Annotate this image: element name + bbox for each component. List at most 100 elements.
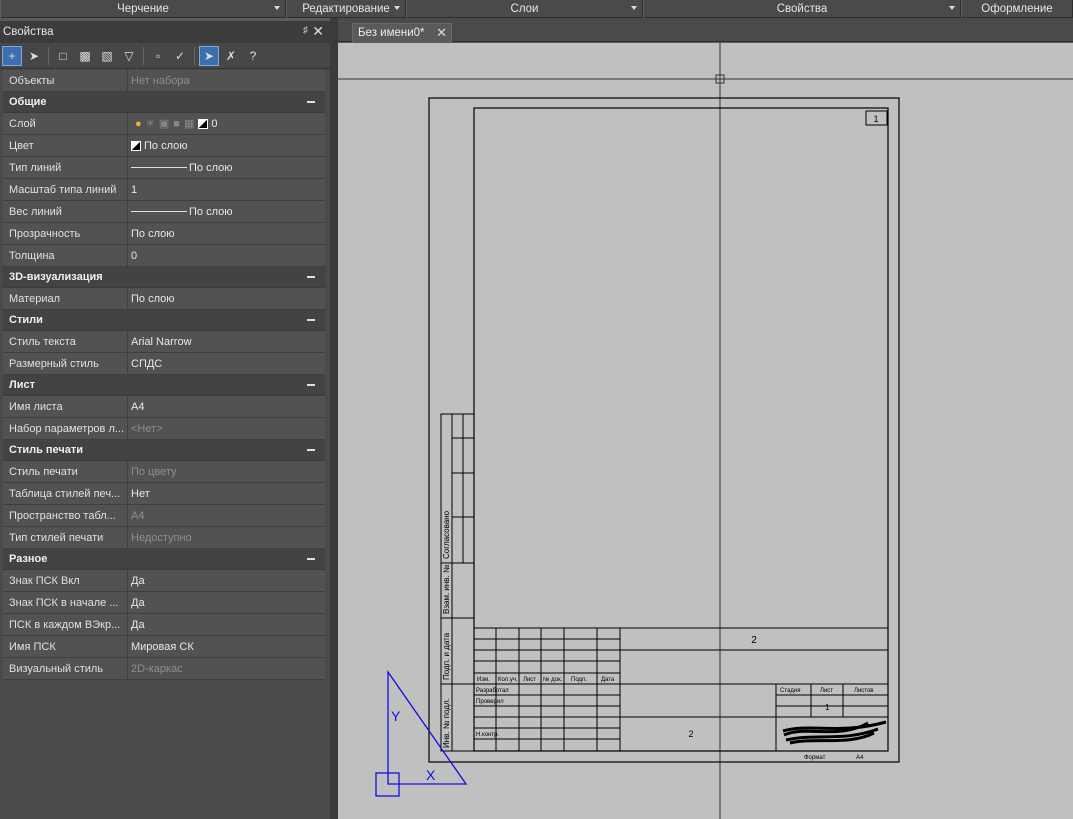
drawing-canvas[interactable]: 1 Согласовано Взам. инв. № Подп. и дата … xyxy=(338,43,1073,819)
col-list: Лист xyxy=(523,677,536,683)
prop-row[interactable]: Имя ПСК Мировая СК xyxy=(3,636,325,658)
prop-label: Цвет xyxy=(3,135,128,156)
prop-value[interactable]: По слою xyxy=(128,288,325,309)
prop-row-objects[interactable]: Объекты Нет набора xyxy=(3,70,325,92)
prop-value[interactable]: 0 xyxy=(128,245,325,266)
prop-value[interactable]: Нет xyxy=(128,483,325,504)
lock-icon[interactable]: ■ xyxy=(173,118,180,130)
close-icon[interactable]: ✕ xyxy=(312,23,324,40)
prop-value[interactable]: A4 xyxy=(128,505,325,526)
select-all-icon[interactable]: ▩ xyxy=(75,46,95,66)
prop-value[interactable]: По слою xyxy=(128,223,325,244)
col-podp: Подп. xyxy=(571,677,587,683)
prop-row[interactable]: Пространство табл... A4 xyxy=(3,505,325,527)
prop-row[interactable]: Визуальный стиль 2D-каркас xyxy=(3,658,325,680)
chevron-down-icon xyxy=(394,6,400,10)
prop-row[interactable]: Прозрачность По слою xyxy=(3,223,325,245)
prop-value[interactable]: A4 xyxy=(128,396,325,417)
deselect-icon[interactable]: ✗ xyxy=(221,46,241,66)
collapse-icon[interactable] xyxy=(307,319,315,321)
prop-row[interactable]: Стиль печати По цвету xyxy=(3,461,325,483)
menu-layers[interactable]: Слои xyxy=(406,0,643,18)
collapse-icon[interactable] xyxy=(307,558,315,560)
prop-value[interactable]: По слою xyxy=(128,157,325,178)
prop-row[interactable]: Знак ПСК в начале ... Да xyxy=(3,592,325,614)
group-header[interactable]: 3D-визуализация xyxy=(3,267,325,288)
select-similar-icon[interactable]: ▫ xyxy=(148,46,168,66)
prop-row[interactable]: Тип стилей печати Недоступно xyxy=(3,527,325,549)
group-header[interactable]: Общие xyxy=(3,92,325,113)
prop-value[interactable]: Да xyxy=(128,570,325,591)
prop-value[interactable]: Arial Narrow xyxy=(128,331,325,352)
menu-properties[interactable]: Свойства xyxy=(643,0,961,18)
prop-value[interactable]: 2D-каркас xyxy=(128,658,325,679)
menu-drawing[interactable]: Черчение xyxy=(0,0,286,18)
menu-layers-label: Слои xyxy=(510,3,539,15)
pin-icon[interactable]: ♯ xyxy=(303,25,308,36)
prop-value[interactable]: СПДС xyxy=(128,353,325,374)
prop-value-text: По слою xyxy=(189,205,233,218)
prop-value-text: По цвету xyxy=(131,465,177,478)
ribbon-menubar: Черчение Редактирование Слои Свойства Оф… xyxy=(0,0,1073,18)
collapse-icon[interactable] xyxy=(307,101,315,103)
panel-splitter[interactable] xyxy=(330,18,338,819)
collapse-icon[interactable] xyxy=(307,449,315,451)
prop-value[interactable]: По слою xyxy=(128,201,325,222)
freeze-icon[interactable]: ✳ xyxy=(146,117,155,130)
menu-edit[interactable]: Редактирование xyxy=(286,0,406,18)
prop-row[interactable]: Набор параметров л... <Нет> xyxy=(3,418,325,440)
group-header[interactable]: Стили xyxy=(3,310,325,331)
prop-row[interactable]: Материал По слою xyxy=(3,288,325,310)
prop-value[interactable]: 1 xyxy=(128,179,325,200)
prop-value[interactable]: <Нет> xyxy=(128,418,325,439)
prop-value[interactable]: Недоступно xyxy=(128,527,325,548)
lists-col: Листов xyxy=(854,688,874,694)
designation-main: 2 xyxy=(751,635,757,646)
prop-row[interactable]: Размерный стиль СПДС xyxy=(3,353,325,375)
prop-value[interactable]: Да xyxy=(128,592,325,613)
prop-row[interactable]: Имя листа A4 xyxy=(3,396,325,418)
group-header[interactable]: Стиль печати xyxy=(3,440,325,461)
prop-row[interactable]: Толщина 0 xyxy=(3,245,325,267)
filter-icon[interactable]: ▽ xyxy=(119,46,139,66)
viewport-freeze-icon[interactable]: ▣ xyxy=(159,117,169,130)
prop-value-text: По слою xyxy=(144,139,188,152)
list-col: Лист xyxy=(820,688,833,694)
group-header[interactable]: Лист xyxy=(3,375,325,396)
close-tab-icon[interactable]: ✕ xyxy=(436,25,447,41)
prop-row[interactable]: Стиль текста Arial Narrow xyxy=(3,331,325,353)
tab-document[interactable]: Без имени0* ✕ xyxy=(352,23,452,42)
cursor-icon[interactable]: ➤ xyxy=(24,46,44,66)
menu-layout[interactable]: Оформление xyxy=(961,0,1073,18)
collapse-icon[interactable] xyxy=(307,276,315,278)
help-icon[interactable]: ? xyxy=(243,46,263,66)
sheet-number-top: 1 xyxy=(873,114,878,124)
prop-row[interactable]: Цвет По слою xyxy=(3,135,325,157)
group-header[interactable]: Разное xyxy=(3,549,325,570)
print-icon[interactable]: ▦ xyxy=(184,117,194,130)
property-groups: Общие Слой ● ✳ ▣ ■ ▦ 0 Цвет По слою Тип линий По сл… xyxy=(3,92,325,680)
prop-row[interactable]: Тип линий По слою xyxy=(3,157,325,179)
sheet-drawing: 1 Согласовано Взам. инв. № Подп. и дата … xyxy=(338,43,1073,819)
select-window-icon[interactable]: □ xyxy=(53,46,73,66)
prop-row[interactable]: ПСК в каждом ВЭкр... Да xyxy=(3,614,325,636)
prop-row[interactable]: Таблица стилей печ... Нет xyxy=(3,483,325,505)
add-selection-icon[interactable]: + xyxy=(2,45,22,66)
pick-icon[interactable]: ✓ xyxy=(170,46,190,66)
prop-value[interactable]: Мировая СК xyxy=(128,636,325,657)
prop-value[interactable]: По цвету xyxy=(128,461,325,482)
prop-value[interactable]: ● ✳ ▣ ■ ▦ 0 xyxy=(128,113,325,134)
prop-row[interactable]: Вес линий По слою xyxy=(3,201,325,223)
prop-value[interactable]: Да xyxy=(128,614,325,635)
prop-row[interactable]: Масштаб типа линий 1 xyxy=(3,179,325,201)
pickadd-icon[interactable]: ➤ xyxy=(199,45,219,66)
prop-label: Таблица стилей печ... xyxy=(3,483,128,504)
collapse-icon[interactable] xyxy=(307,384,315,386)
prop-row[interactable]: Знак ПСК Вкл Да xyxy=(3,570,325,592)
quick-select-icon[interactable]: ▧ xyxy=(97,46,117,66)
col-ndok: № док. xyxy=(543,676,563,683)
panel-title: Свойства xyxy=(3,26,54,38)
prop-value[interactable]: По слою xyxy=(128,135,325,156)
lightbulb-icon[interactable]: ● xyxy=(135,118,142,130)
prop-row[interactable]: Слой ● ✳ ▣ ■ ▦ 0 xyxy=(3,113,325,135)
